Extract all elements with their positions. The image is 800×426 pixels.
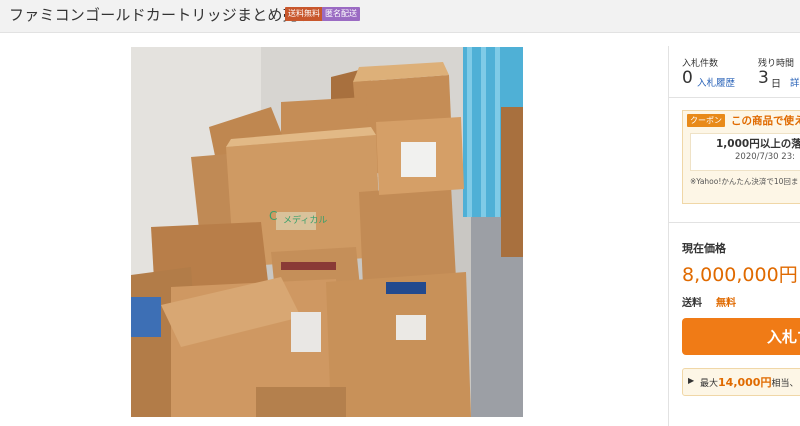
coupon-date: 2020/7/30 23: <box>735 152 795 162</box>
bids-count: 0 <box>682 68 693 88</box>
divider <box>669 222 800 223</box>
box-logo: C <box>269 209 277 223</box>
points-suffix: 相当、 <box>771 379 799 389</box>
time-left-value: 3 <box>758 68 769 88</box>
coupon-note: ※Yahoo!かんたん決済で10回ま <box>690 177 799 186</box>
points-text: 最大14,000円相当、 <box>700 374 798 390</box>
time-left-unit: 日 <box>771 79 781 90</box>
coupon-headline[interactable]: この商品で使え <box>731 113 800 128</box>
points-arrow-icon: ▶ <box>688 376 695 385</box>
coupon-tag: クーポン <box>687 114 725 127</box>
item-photo[interactable]: C メディカル <box>131 47 523 417</box>
shipping-label: 送料 <box>682 298 702 309</box>
points-amount: 14,000円 <box>718 376 772 389</box>
anonymous-shipping-badge: 匿名配送 <box>322 7 360 21</box>
shipping-value: 無料 <box>716 298 736 309</box>
price-label: 現在価格 <box>682 242 726 255</box>
free-shipping-badge: 送料無料 <box>285 7 323 21</box>
bid-history-link[interactable]: 入札履歴 <box>697 75 735 89</box>
current-price: 8,000,000円 <box>682 264 798 286</box>
bid-button-label: 入札す <box>767 329 800 346</box>
detail-link[interactable]: 詳 <box>790 75 800 89</box>
box-label: メディカル <box>283 214 327 226</box>
coupon-amount: 1,000円以上の落 <box>716 138 800 150</box>
item-title: ファミコンゴールドカートリッジまとめ売り <box>9 6 314 24</box>
price-tax-note: （ <box>795 266 800 282</box>
points-prefix: 最大 <box>700 379 719 389</box>
bid-button[interactable]: 入札す <box>682 318 800 355</box>
divider <box>669 97 800 98</box>
